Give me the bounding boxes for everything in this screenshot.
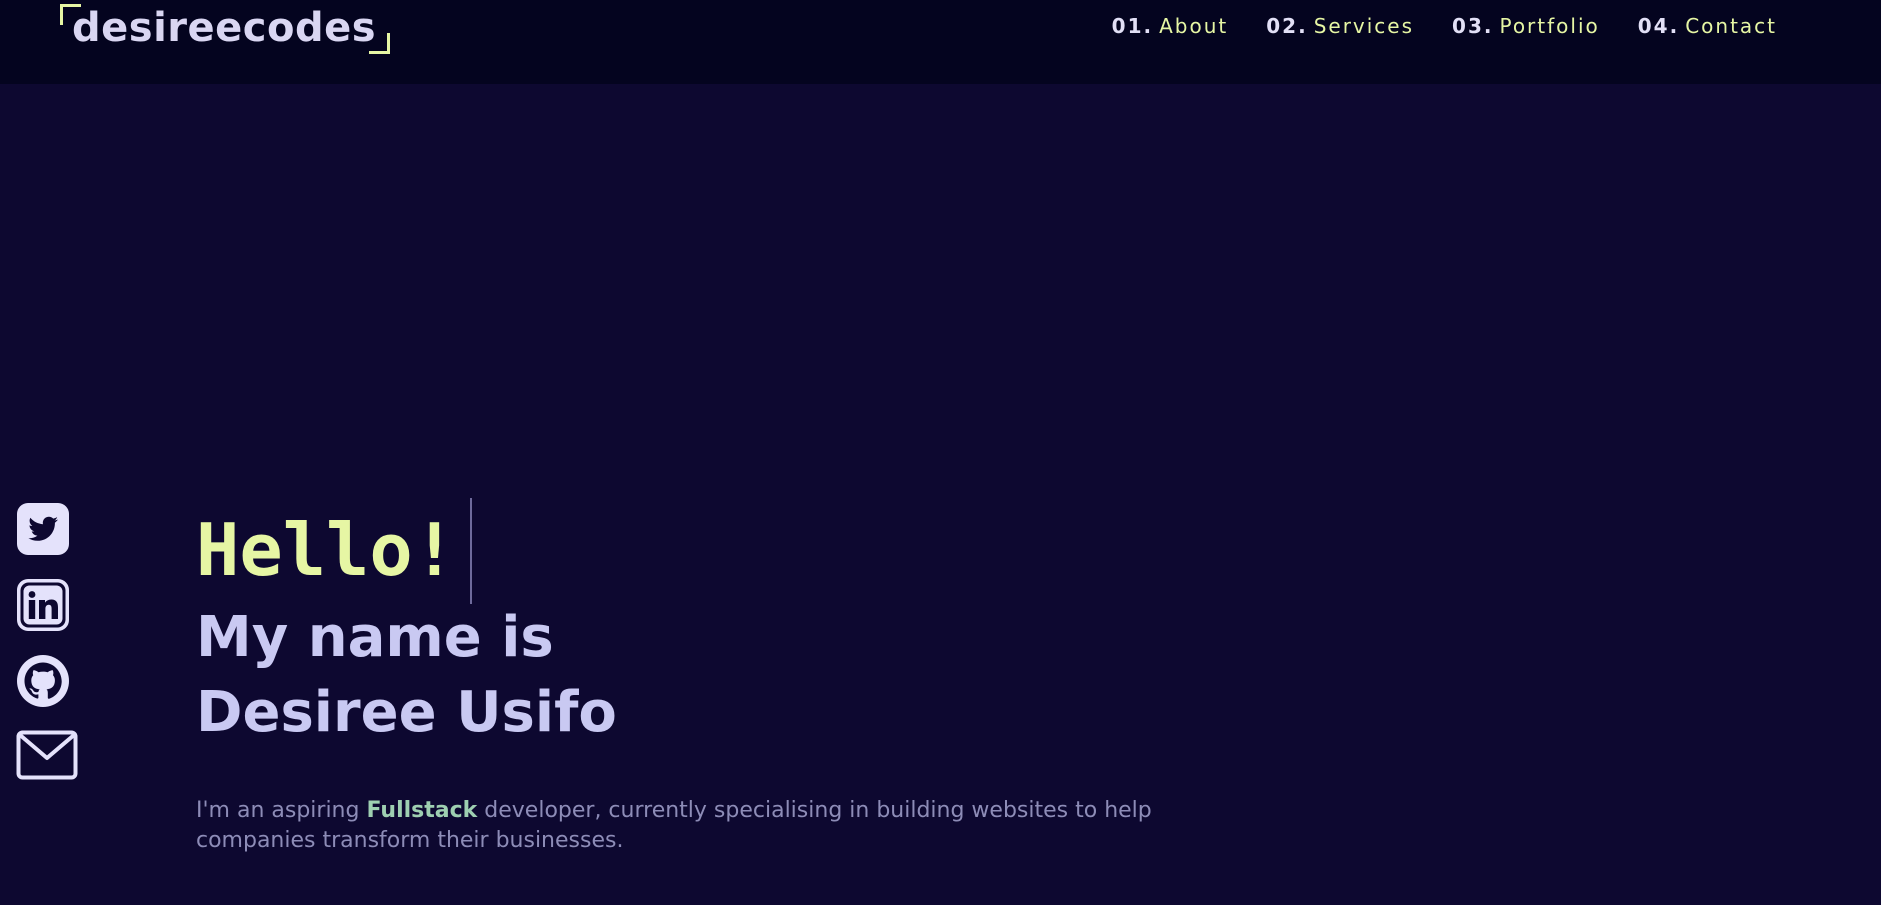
- nav-label: Portfolio: [1499, 14, 1600, 38]
- greeting-text: Hello!: [196, 508, 457, 592]
- nav-number: 04.: [1637, 14, 1680, 38]
- hero-intro: I'm an aspiring Fullstack developer, cur…: [196, 796, 1276, 856]
- nav-label: Services: [1313, 14, 1415, 38]
- nav-item-portfolio[interactable]: 03. Portfolio: [1452, 14, 1600, 38]
- email-link[interactable]: [16, 730, 78, 784]
- twitter-icon: [17, 503, 69, 555]
- nav-label: About: [1159, 14, 1229, 38]
- logo-corner-bottom-right: [369, 33, 391, 54]
- hero-section: Hello! My name is Desiree Usifo I'm an a…: [196, 498, 1396, 878]
- logo-link[interactable]: desireecodes: [60, 0, 391, 56]
- github-link[interactable]: [16, 654, 70, 708]
- intro-text-before: I'm an aspiring: [196, 798, 367, 823]
- nav-number: 03.: [1452, 14, 1494, 38]
- intro-highlight: Fullstack: [366, 798, 478, 823]
- typing-cursor: [470, 498, 473, 604]
- social-links: [16, 502, 78, 784]
- hero-name: My name is Desiree Usifo: [196, 600, 1396, 750]
- logo-corner-top-left: [60, 4, 81, 25]
- twitter-link[interactable]: [16, 502, 70, 556]
- nav-item-about[interactable]: 01. About: [1112, 14, 1229, 38]
- github-icon: [17, 655, 69, 707]
- main-nav: 01. About 02. Services 03. Portfolio 04. Con…: [1112, 14, 1777, 38]
- logo-text: desireecodes: [72, 5, 377, 51]
- nav-item-contact[interactable]: 04. Contact: [1638, 14, 1777, 38]
- hero-greeting: Hello!: [196, 498, 473, 604]
- navbar: desireecodes 01. About 02. Services 03. Por…: [0, 0, 1881, 84]
- nav-number: 02.: [1266, 14, 1308, 38]
- mail-icon: [16, 730, 78, 780]
- linkedin-link[interactable]: [16, 578, 70, 632]
- name-line-1: My name is: [196, 605, 554, 670]
- linkedin-icon: [17, 579, 69, 631]
- nav-label: Contact: [1685, 14, 1777, 38]
- nav-item-services[interactable]: 02. Services: [1266, 14, 1414, 38]
- name-line-2: Desiree Usifo: [196, 680, 617, 745]
- nav-number: 01.: [1111, 14, 1154, 38]
